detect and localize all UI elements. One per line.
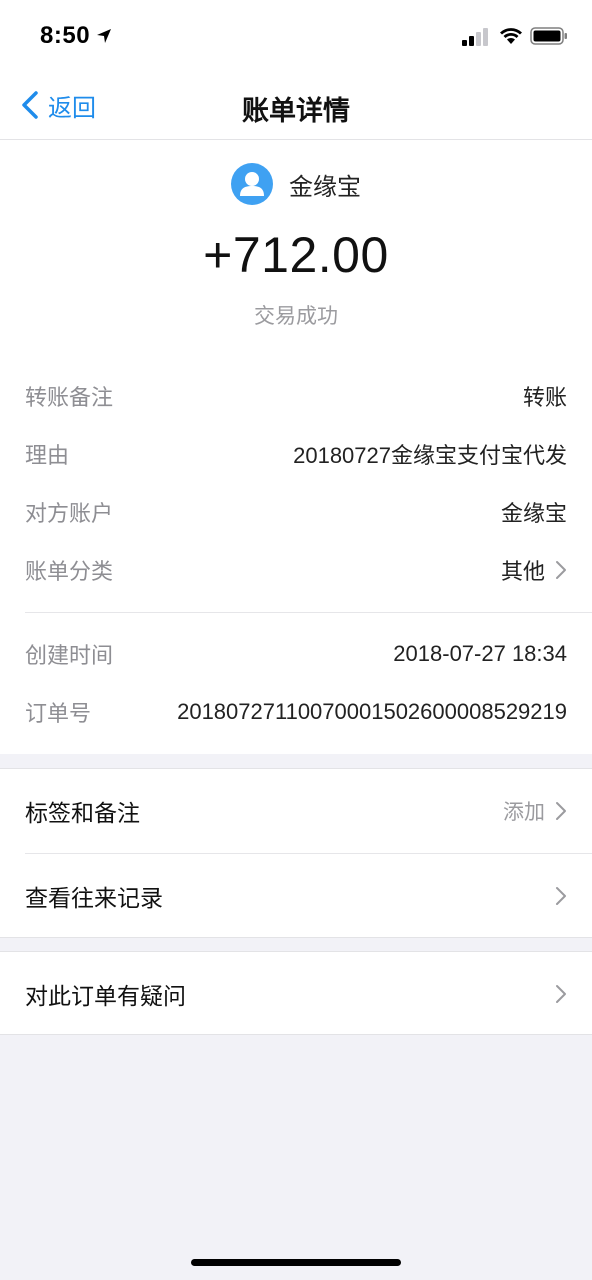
page-title: 账单详情: [242, 96, 350, 126]
tags-notes-right: 添加: [503, 796, 567, 826]
payee-name: 金缘宝: [289, 173, 361, 201]
action-group-1: 标签和备注 添加 查看往来记录: [0, 768, 592, 938]
tags-notes-row[interactable]: 标签和备注 添加: [0, 769, 592, 853]
reason-label: 理由: [25, 443, 70, 468]
status-bar: 8:50: [0, 0, 592, 70]
transfer-note-label: 转账备注: [25, 385, 114, 410]
order-number-label: 订单号: [25, 701, 92, 726]
cellular-signal-icon: [462, 28, 488, 46]
payee-row: 金缘宝: [0, 162, 592, 206]
category-label: 账单分类: [25, 559, 114, 584]
transaction-amount: +712.00: [203, 227, 389, 283]
view-history-row[interactable]: 查看往来记录: [0, 854, 592, 938]
transfer-note-value: 转账: [522, 385, 567, 410]
location-arrow-icon: [97, 29, 111, 43]
add-label: 添加: [503, 801, 545, 824]
status-time: 8:50: [40, 22, 91, 49]
transaction-status: 交易成功: [254, 305, 338, 328]
order-number-value: 20180727110070001502600008529219: [177, 699, 567, 724]
reason-row: 理由 20180727金缘宝支付宝代发: [25, 434, 567, 474]
order-number-row: 订单号 20180727110070001502600008529219: [25, 692, 567, 732]
battery-icon: [530, 27, 567, 45]
order-question-label: 对此订单有疑问: [25, 983, 186, 1009]
user-icon: [240, 172, 264, 196]
tags-notes-label: 标签和备注: [25, 800, 140, 826]
home-indicator: [191, 1259, 401, 1266]
view-history-label: 查看往来记录: [25, 885, 163, 911]
avatar: [231, 163, 273, 205]
counterparty-row: 对方账户 金缘宝: [25, 492, 567, 532]
order-question-right: [545, 984, 567, 1004]
wifi-icon: [500, 28, 522, 44]
bill-detail-page: 8:50 返回 账单详情 金缘宝 +712.00 交易成功 转账备注 转账 理由…: [0, 0, 592, 1280]
category-row[interactable]: 账单分类 其他: [25, 550, 567, 590]
chevron-right-icon: [556, 802, 566, 820]
order-question-row[interactable]: 对此订单有疑问: [0, 952, 592, 1036]
divider: [25, 612, 592, 613]
transfer-note-row: 转账备注 转账: [25, 376, 567, 416]
action-group-2: 对此订单有疑问: [0, 951, 592, 1035]
chevron-right-icon: [556, 985, 566, 1003]
created-time-label: 创建时间: [25, 643, 114, 668]
category-value-wrap: 其他: [501, 554, 567, 586]
reason-value: 20180727金缘宝支付宝代发: [293, 443, 567, 468]
category-value: 其他: [500, 559, 545, 584]
counterparty-label: 对方账户: [25, 501, 114, 526]
created-time-row: 创建时间 2018-07-27 18:34: [25, 634, 567, 674]
bill-detail-card: 金缘宝 +712.00 交易成功 转账备注 转账 理由 20180727金缘宝支…: [0, 140, 592, 754]
chevron-right-icon: [556, 887, 566, 905]
view-history-right: [545, 886, 567, 906]
chevron-right-icon: [556, 561, 566, 579]
created-time-value: 2018-07-27 18:34: [393, 641, 567, 666]
counterparty-value: 金缘宝: [500, 501, 567, 526]
navigation-bar: 返回 账单详情: [0, 70, 592, 140]
